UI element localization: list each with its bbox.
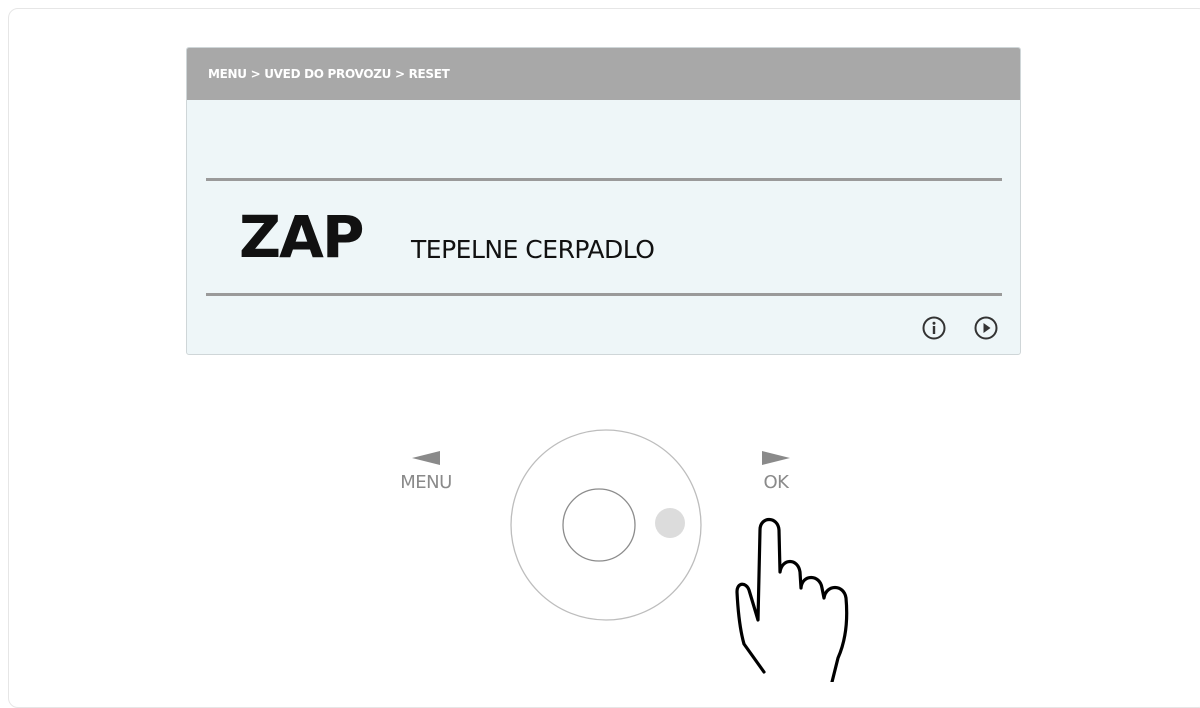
- play-circle-icon[interactable]: [973, 315, 999, 341]
- display-header: MENU > UVED DO PROVOZU > RESET: [187, 48, 1020, 100]
- info-circle-icon[interactable]: [921, 315, 947, 341]
- left-arrow-icon: [412, 451, 440, 465]
- setting-label: TEPELNE CERPADLO: [411, 235, 655, 264]
- device-display: MENU > UVED DO PROVOZU > RESET ZAP TEPEL…: [186, 47, 1021, 355]
- divider-bottom: [206, 293, 1002, 296]
- breadcrumb: MENU > UVED DO PROVOZU > RESET: [208, 67, 450, 81]
- rotary-knob[interactable]: [509, 428, 703, 622]
- ok-button[interactable]: OK: [736, 450, 816, 493]
- divider-top: [206, 178, 1002, 181]
- setting-value: ZAP: [239, 203, 364, 271]
- pointing-hand-icon: [735, 517, 849, 682]
- menu-label: MENU: [400, 472, 452, 493]
- right-arrow-icon: [762, 451, 790, 465]
- menu-button[interactable]: MENU: [386, 450, 466, 493]
- ok-label: OK: [763, 472, 789, 493]
